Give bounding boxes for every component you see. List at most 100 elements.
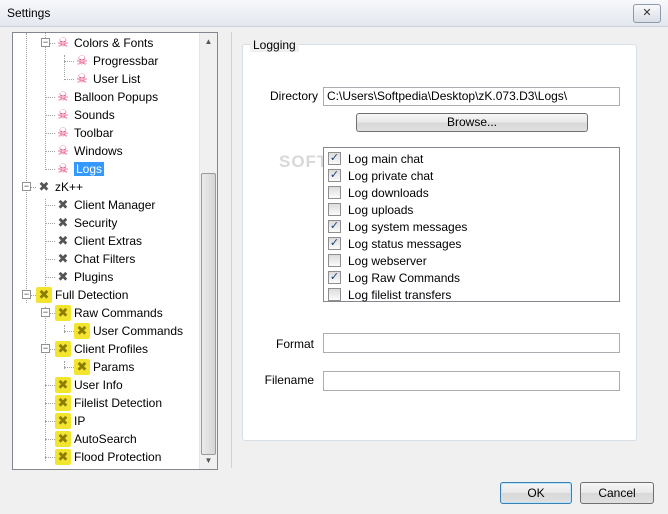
log-option[interactable]: Log webserver (328, 252, 427, 269)
log-option[interactable]: ✓ Log system messages (328, 218, 467, 235)
title-bar: Settings ✕ (0, 0, 668, 27)
settings-tree[interactable]: − ☠ Colors & Fonts ☠ Progressbar ☠ User List ☠ B… (12, 32, 218, 470)
tree-expander[interactable]: − (41, 38, 50, 47)
tree-guide (64, 61, 74, 62)
log-option-label: Log webserver (348, 253, 427, 268)
tree-item-label: AutoSearch (74, 432, 137, 446)
log-option[interactable]: ✓ Log main chat (328, 150, 423, 167)
skull-icon: ☠ (57, 35, 69, 50)
tree-expander[interactable]: − (22, 182, 31, 191)
format-input[interactable] (323, 333, 620, 353)
unchecked-checkbox[interactable] (328, 288, 341, 301)
log-option[interactable]: Log filelist transfers (328, 286, 451, 303)
tree-item[interactable]: ✖ AutoSearch (55, 430, 137, 448)
tree-expander[interactable]: − (41, 308, 50, 317)
tree-guide (45, 307, 46, 461)
tree-expander[interactable]: − (22, 290, 31, 299)
tree-item-label: Raw Commands (74, 306, 163, 320)
tree-item[interactable]: ☠ User List (74, 70, 140, 88)
tree-item-label: User Info (74, 378, 123, 392)
tree-item-label: Progressbar (93, 54, 159, 68)
tree-item[interactable]: ✖ Plugins (55, 268, 114, 286)
directory-input[interactable]: C:\Users\Softpedia\Desktop\zK.073.D3\Log… (323, 87, 620, 106)
yellow-cross-icon: ✖ (55, 413, 71, 429)
tree-item[interactable]: ✖ Params (74, 358, 134, 376)
tree-item[interactable]: ✖ Chat Filters (55, 250, 136, 268)
tree-guide (45, 421, 55, 422)
scroll-thumb[interactable] (201, 173, 216, 455)
checked-checkbox[interactable]: ✓ (328, 220, 341, 233)
yellow-cross-icon: ✖ (74, 323, 90, 339)
tree-guide (64, 367, 74, 368)
scroll-up-button[interactable]: ▲ (200, 33, 217, 50)
yellow-cross-icon: ✖ (55, 449, 71, 465)
log-option[interactable]: ✓ Log status messages (328, 235, 461, 252)
tree-item-label: Chat Filters (74, 252, 136, 266)
tree-item-label: IP (74, 414, 86, 428)
close-button[interactable]: ✕ (633, 4, 661, 23)
checked-checkbox[interactable]: ✓ (328, 169, 341, 182)
tree-item[interactable]: ✖ User Commands (74, 322, 183, 340)
tree-scrollbar[interactable]: ▲ ▼ (199, 33, 217, 469)
tree-item[interactable]: ✖ zK++ (36, 178, 83, 196)
log-option[interactable]: Log uploads (328, 201, 413, 218)
tree-item[interactable]: ✖ Client Extras (55, 232, 142, 250)
tree-item[interactable]: ☠ Colors & Fonts (55, 34, 153, 52)
tree-expander[interactable]: − (41, 344, 50, 353)
ok-button[interactable]: OK (500, 482, 572, 504)
tree-item[interactable]: ✖ Filelist Detection (55, 394, 162, 412)
skull-icon: ☠ (76, 71, 88, 86)
tree-item-label: User List (93, 72, 141, 86)
tree-guide (64, 79, 74, 80)
skull-icon: ☠ (57, 143, 69, 158)
log-options-list: ✓ Log main chat ✓ Log private chat Log downl… (323, 147, 620, 302)
tree-item-label: Windows (74, 144, 123, 158)
log-option[interactable]: ✓ Log private chat (328, 167, 433, 184)
tree-item[interactable]: ☠ Logs (55, 160, 105, 178)
tree-item-label: Client Manager (74, 198, 156, 212)
tree-item[interactable]: ☠ Toolbar (55, 124, 113, 142)
yellow-cross-icon: ✖ (36, 287, 52, 303)
cancel-button[interactable]: Cancel (580, 482, 654, 504)
tree-guide (26, 33, 27, 303)
tree-item-label: Client Extras (74, 234, 143, 248)
unchecked-checkbox[interactable] (328, 203, 341, 216)
logging-group-title: Logging (250, 38, 299, 52)
skull-icon: ☠ (57, 89, 69, 104)
unchecked-checkbox[interactable] (328, 186, 341, 199)
tree-item[interactable]: ☠ Windows (55, 142, 123, 160)
filename-input[interactable] (323, 371, 620, 391)
tree-item[interactable]: ✖ Security (55, 214, 118, 232)
checked-checkbox[interactable]: ✓ (328, 271, 341, 284)
log-option[interactable]: Log downloads (328, 184, 429, 201)
unchecked-checkbox[interactable] (328, 254, 341, 267)
format-label: Format (275, 337, 314, 351)
tree-item[interactable]: ☠ Balloon Popups (55, 88, 158, 106)
log-option[interactable]: ✓ Log Raw Commands (328, 269, 460, 286)
scroll-down-button[interactable]: ▼ (200, 452, 217, 469)
tree-item-label: Params (93, 360, 135, 374)
tree-guide (45, 277, 55, 278)
checked-checkbox[interactable]: ✓ (328, 152, 341, 165)
browse-button[interactable]: Browse... (356, 113, 588, 132)
tree-item[interactable]: ☠ Progressbar (74, 52, 158, 70)
skull-icon: ☠ (57, 107, 69, 122)
tree-guide (45, 205, 55, 206)
crossed-tools-icon: ✖ (57, 269, 69, 284)
tree-item[interactable]: ✖ Raw Commands (55, 304, 163, 322)
tree-item[interactable]: ✖ Full Detection (36, 286, 128, 304)
tree-item-label: Logs (74, 162, 105, 176)
tree-item[interactable]: ✖ Flood Protection (55, 448, 161, 466)
tree-item[interactable]: ✖ Client Profiles (55, 340, 148, 358)
panel-divider (231, 32, 232, 468)
checked-checkbox[interactable]: ✓ (328, 237, 341, 250)
tree-item[interactable]: ✖ User Info (55, 376, 123, 394)
tree-guide (45, 439, 55, 440)
log-option-label: Log private chat (348, 168, 434, 183)
tree-item[interactable]: ✖ IP (55, 412, 85, 430)
crossed-tools-icon: ✖ (38, 179, 50, 194)
tree-item[interactable]: ☠ Sounds (55, 106, 115, 124)
tree-guide (45, 457, 55, 458)
tree-item[interactable]: ✖ Client Manager (55, 196, 156, 214)
log-option-label: Log filelist transfers (348, 287, 452, 302)
